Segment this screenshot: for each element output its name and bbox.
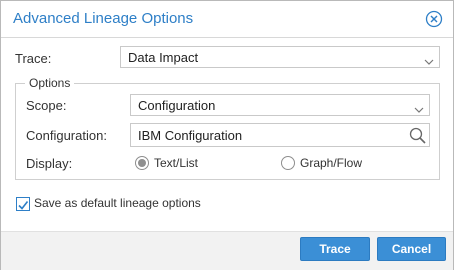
scope-select-value: Configuration: [138, 98, 216, 113]
advanced-lineage-options-dialog: Advanced Lineage Options Trace: Data Imp…: [0, 0, 454, 270]
display-radio-graph-flow[interactable]: Graph/Flow: [281, 156, 381, 170]
display-radio-graph-flow-label: Graph/Flow: [300, 156, 363, 170]
dialog-titlebar: Advanced Lineage Options: [1, 1, 453, 38]
display-radio-text-list[interactable]: Text/List: [135, 156, 225, 170]
display-label: Display:: [26, 156, 73, 171]
chevron-down-icon: [414, 101, 424, 113]
radio-selected-dot: [138, 159, 146, 167]
trace-select[interactable]: Data Impact: [120, 46, 440, 68]
trace-select-value: Data Impact: [128, 50, 199, 65]
checkmark-icon: [18, 201, 29, 210]
save-default-label[interactable]: Save as default lineage options: [34, 196, 201, 210]
options-legend: Options: [25, 76, 75, 90]
trace-label: Trace:: [15, 51, 52, 66]
trace-button[interactable]: Trace: [300, 237, 370, 261]
cancel-button[interactable]: Cancel: [377, 237, 446, 261]
chevron-down-icon: [424, 53, 434, 65]
configuration-input-value: IBM Configuration: [138, 128, 243, 143]
configuration-input[interactable]: IBM Configuration: [130, 123, 430, 147]
save-default-checkbox[interactable]: [16, 197, 30, 211]
dialog-title: Advanced Lineage Options: [13, 10, 194, 27]
scope-select[interactable]: Configuration: [130, 94, 430, 116]
scope-label: Scope:: [26, 98, 67, 113]
display-radio-text-list-label: Text/List: [154, 156, 199, 170]
search-icon[interactable]: [408, 126, 427, 145]
radio-circle: [281, 156, 295, 170]
close-icon[interactable]: [425, 10, 443, 28]
configuration-label: Configuration:: [26, 128, 107, 143]
